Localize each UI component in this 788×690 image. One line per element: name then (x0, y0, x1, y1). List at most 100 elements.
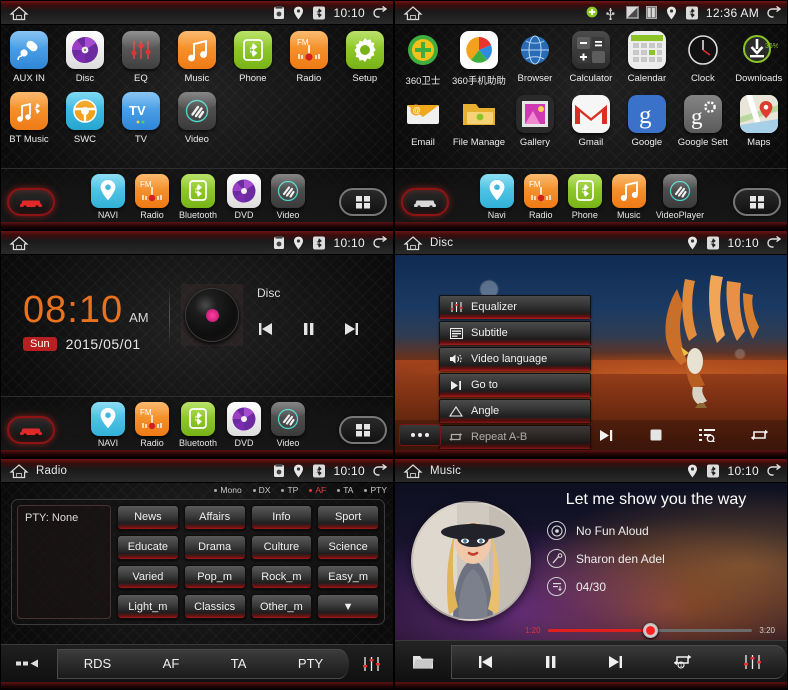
tab-ta[interactable]: TA (231, 656, 247, 671)
pty-button[interactable]: News (117, 505, 179, 530)
dock-bluetooth[interactable]: Bluetooth (179, 402, 217, 448)
home-icon[interactable] (403, 463, 423, 479)
prev-track-icon[interactable] (477, 655, 494, 669)
pause-icon[interactable] (544, 655, 557, 669)
app-google-settings[interactable]: g Google Sett (675, 95, 731, 148)
app-grid-icon[interactable] (733, 188, 781, 216)
app-browser[interactable]: Browser (507, 31, 563, 87)
app-swc[interactable]: SWC (57, 92, 113, 145)
home-icon[interactable] (9, 5, 29, 21)
app-calendar[interactable]: Calendar (619, 31, 675, 87)
dock-radio[interactable]: FM Radio (134, 174, 169, 220)
dock-videoplayer[interactable]: VideoPlayer (656, 174, 704, 220)
dock-dvd[interactable]: DVD (227, 402, 262, 448)
app-grid-icon[interactable] (339, 416, 387, 444)
dock-navi[interactable]: Navi (479, 174, 514, 220)
pty-button[interactable]: Other_m (250, 594, 313, 619)
app-grid-icon[interactable] (339, 188, 387, 216)
app-bt-music[interactable]: BT Music (1, 92, 57, 145)
more-dots-icon[interactable] (399, 424, 441, 446)
prev-track-icon[interactable] (257, 322, 274, 336)
pty-button[interactable]: Easy_m (317, 564, 379, 590)
clock-widget[interactable]: 08:10 AM Sun 2015/05/01 (23, 291, 149, 352)
next-track-icon[interactable] (607, 655, 624, 669)
menu-item-equalizer[interactable]: Equalizer (439, 295, 591, 319)
tab-rds[interactable]: RDS (84, 656, 111, 671)
pty-page-down-button[interactable]: ▼ (317, 594, 379, 619)
seek-handle[interactable] (642, 623, 658, 638)
app-calculator[interactable]: Calculator (563, 31, 619, 87)
equalizer-icon[interactable] (743, 653, 762, 671)
home-icon[interactable] (9, 235, 29, 251)
pty-button[interactable]: Rock_m (250, 564, 313, 590)
pty-button[interactable]: Drama (183, 534, 246, 560)
dock-radio[interactable]: FM Radio (523, 174, 558, 220)
back-dots-icon[interactable] (1, 659, 57, 668)
app-gmail[interactable]: Gmail (563, 95, 619, 148)
progress-bar-group[interactable]: 1:20 3:20 (525, 623, 775, 638)
dock-video[interactable]: Video (271, 174, 306, 220)
pty-button[interactable]: Educate (117, 534, 179, 560)
back-arrow-icon[interactable] (766, 235, 781, 250)
app-downloads[interactable]: 36% Downloads (731, 31, 787, 87)
app-360-assistant[interactable]: 360手机助助 (451, 31, 507, 87)
app-video[interactable]: Video (169, 92, 225, 145)
next-track-icon[interactable] (599, 429, 614, 442)
tab-af[interactable]: AF (163, 656, 180, 671)
back-arrow-icon[interactable] (766, 5, 781, 20)
pause-icon[interactable] (302, 322, 315, 336)
dock-phone[interactable]: Phone (567, 174, 602, 220)
app-tv[interactable]: TV TV (113, 92, 169, 145)
pty-button[interactable]: Light_m (117, 594, 179, 619)
folder-icon[interactable] (395, 653, 451, 670)
pty-button[interactable]: Science (317, 534, 379, 560)
pty-button[interactable]: Sport (317, 505, 379, 530)
dock-navi[interactable]: NAVI (90, 174, 125, 220)
menu-item-go-to[interactable]: Go to (439, 373, 591, 397)
pty-button[interactable]: Varied (117, 564, 179, 590)
dock-navi[interactable]: NAVI (90, 402, 125, 448)
back-arrow-icon[interactable] (766, 463, 781, 478)
app-disc[interactable]: Disc (57, 31, 113, 84)
app-file-manager[interactable]: File Manage (451, 95, 507, 148)
app-clock[interactable]: Clock (675, 31, 731, 87)
playlist-icon[interactable] (698, 428, 716, 442)
menu-item-subtitle[interactable]: Subtitle (439, 321, 591, 345)
dock-dvd[interactable]: DVD (227, 174, 262, 220)
dock-music[interactable]: Music (611, 174, 646, 220)
tab-pty[interactable]: PTY (298, 656, 323, 671)
next-track-icon[interactable] (343, 322, 360, 336)
app-music[interactable]: Music (169, 31, 225, 84)
repeat-one-icon[interactable]: 1 (674, 654, 693, 669)
pty-button[interactable]: Classics (183, 594, 246, 619)
app-phone[interactable]: Phone (225, 31, 281, 84)
home-icon[interactable] (9, 463, 29, 479)
pty-button[interactable]: Affairs (183, 505, 246, 530)
dock-radio[interactable]: FM Radio (134, 402, 169, 448)
app-google[interactable]: g Google (619, 95, 675, 148)
home-icon[interactable] (403, 235, 423, 251)
car-icon[interactable] (7, 416, 55, 444)
seek-bar[interactable] (547, 623, 753, 638)
pty-button[interactable]: Info (250, 505, 313, 530)
app-360-guard[interactable]: 360卫士 (395, 31, 451, 87)
back-arrow-icon[interactable] (372, 463, 387, 478)
back-arrow-icon[interactable] (372, 235, 387, 250)
pty-button[interactable]: Culture (250, 534, 313, 560)
app-setup[interactable]: Setup (337, 31, 393, 84)
car-icon[interactable] (7, 188, 55, 216)
app-maps[interactable]: Maps (731, 95, 787, 148)
home-icon[interactable] (403, 5, 423, 21)
app-gallery[interactable]: Gallery (507, 95, 563, 148)
app-eq[interactable]: EQ (113, 31, 169, 84)
dock-video[interactable]: Video (271, 402, 306, 448)
menu-item-video-language[interactable]: Video language (439, 347, 591, 371)
repeat-icon[interactable] (751, 428, 769, 442)
app-email[interactable]: @ Email (395, 95, 451, 148)
stop-icon[interactable] (649, 428, 663, 442)
dock-bluetooth[interactable]: Bluetooth (179, 174, 217, 220)
car-icon[interactable] (401, 188, 449, 216)
app-aux-in[interactable]: AUX IN (1, 31, 57, 84)
app-radio[interactable]: FM Radio (281, 31, 337, 84)
back-arrow-icon[interactable] (372, 5, 387, 20)
